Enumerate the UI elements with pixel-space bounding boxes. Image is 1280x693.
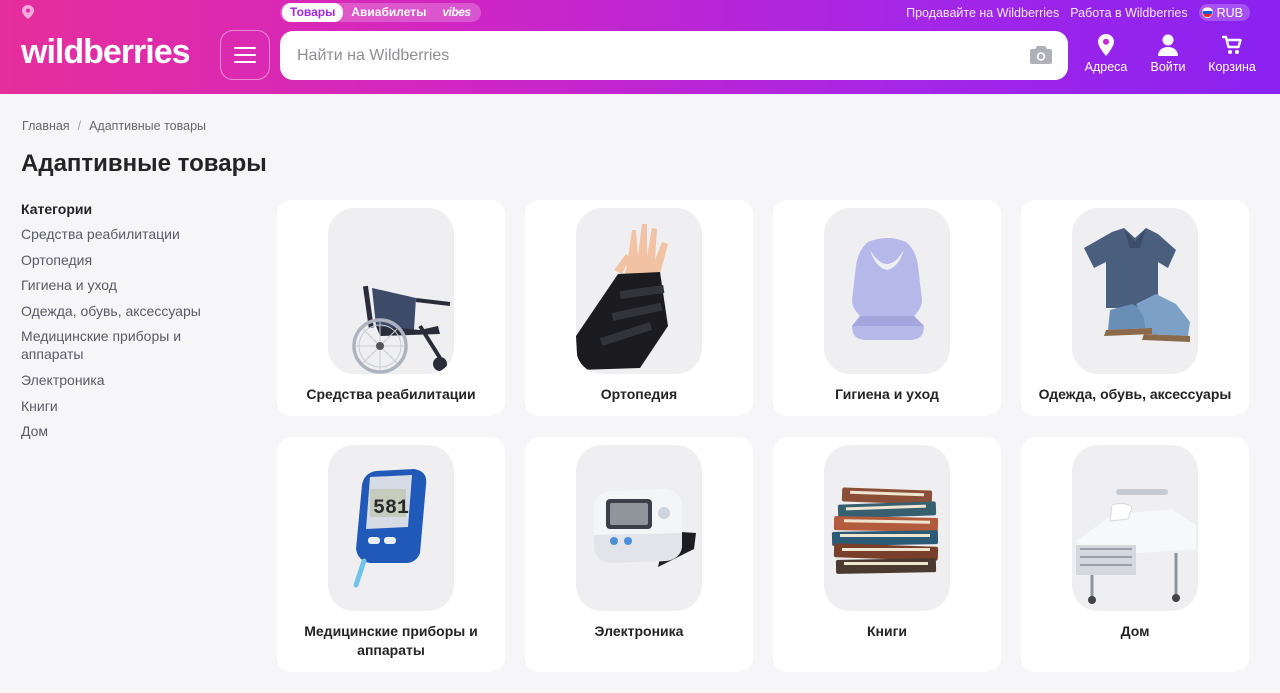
location-pin-icon xyxy=(1098,34,1114,56)
category-card-hygiene[interactable]: Гигиена и уход xyxy=(773,200,1001,416)
site-header: Товары Авиабилеты vibes Продавайте на Wi… xyxy=(0,0,1280,94)
sidebar-item-hygiene[interactable]: Гигиена и уход xyxy=(21,276,221,294)
breadcrumb-current: Адаптивные товары xyxy=(89,119,206,133)
breadcrumb: Главная / Адаптивные товары xyxy=(22,119,206,133)
cart-icon xyxy=(1222,35,1242,54)
cart-label: Корзина xyxy=(1208,60,1256,74)
sidebar-item-medical-devices[interactable]: Медицинские приборы и аппараты xyxy=(21,327,221,363)
blood-pressure-monitor-icon xyxy=(594,489,696,567)
cart-button[interactable]: Корзина xyxy=(1202,34,1262,74)
currency-selector[interactable]: RUB xyxy=(1198,4,1250,21)
location-pin-icon[interactable] xyxy=(22,5,34,19)
sell-link[interactable]: Продавайте на Wildberries xyxy=(906,6,1059,20)
russia-flag-icon xyxy=(1201,7,1213,18)
category-card-rehab[interactable]: Средства реабилитации xyxy=(277,200,505,416)
service-tabs: Товары Авиабилеты vibes xyxy=(280,3,481,22)
sidebar-item-home[interactable]: Дом xyxy=(21,422,221,440)
category-label: Ортопедия xyxy=(600,386,678,402)
category-label: Дом xyxy=(1120,623,1150,639)
category-image xyxy=(576,208,702,374)
top-links: Продавайте на Wildberries Работа в Wildb… xyxy=(906,4,1250,21)
addresses-label: Адреса xyxy=(1084,60,1128,74)
camera-icon[interactable] xyxy=(1030,45,1052,65)
currency-code: RUB xyxy=(1216,5,1243,20)
books-icon xyxy=(831,487,939,574)
tab-flights[interactable]: Авиабилеты xyxy=(343,3,434,22)
category-label: Гигиена и уход xyxy=(835,386,939,402)
category-card-electronics[interactable]: Электроника xyxy=(525,437,753,672)
sidebar-heading: Категории xyxy=(21,201,93,217)
glucometer-reading: 581 xyxy=(373,497,409,520)
category-card-medical-devices[interactable]: 581 Медицинские приборы и аппараты xyxy=(277,437,505,672)
category-image xyxy=(328,208,454,374)
tab-goods[interactable]: Товары xyxy=(282,3,344,22)
category-label: Одежда, обувь, аксессуары xyxy=(1038,386,1232,402)
category-image xyxy=(824,445,950,611)
category-image xyxy=(1072,208,1198,374)
tab-vibes[interactable]: vibes xyxy=(434,3,478,22)
sidebar-item-books[interactable]: Книги xyxy=(21,397,221,415)
category-card-books[interactable]: Книги xyxy=(773,437,1001,672)
sidebar-item-orthopedics[interactable]: Ортопедия xyxy=(21,251,221,269)
category-card-clothing[interactable]: Одежда, обувь, аксессуары xyxy=(1021,200,1249,416)
sidebar-item-electronics[interactable]: Электроника xyxy=(21,371,221,389)
search-bar xyxy=(280,31,1068,80)
wrist-brace-icon xyxy=(576,224,668,370)
jobs-link[interactable]: Работа в Wildberries xyxy=(1070,6,1187,20)
shirt-shoes-icon xyxy=(1084,228,1190,342)
breadcrumb-separator: / xyxy=(77,119,82,133)
login-label: Войти xyxy=(1150,60,1186,74)
header-nav: Адреса Войти Корзина xyxy=(1082,34,1262,74)
bib-icon xyxy=(852,238,924,340)
sidebar-item-rehab[interactable]: Средства реабилитации xyxy=(21,225,221,243)
category-sidebar: Категории Средства реабилитации Ортопеди… xyxy=(21,201,241,448)
menu-icon-line xyxy=(234,61,256,63)
glucometer-icon: 581 xyxy=(353,469,427,588)
category-image xyxy=(576,445,702,611)
menu-icon-line xyxy=(234,47,256,49)
category-label: Книги xyxy=(866,623,908,639)
category-image: 581 xyxy=(328,445,454,611)
category-label: Электроника xyxy=(594,623,684,639)
category-image xyxy=(1072,445,1198,611)
sidebar-item-clothing[interactable]: Одежда, обувь, аксессуары xyxy=(21,302,221,320)
breadcrumb-home[interactable]: Главная xyxy=(22,119,70,133)
hospital-bed-icon xyxy=(1076,489,1196,604)
category-card-orthopedics[interactable]: Ортопедия xyxy=(525,200,753,416)
category-label: Средства реабилитации xyxy=(306,386,476,402)
login-button[interactable]: Войти xyxy=(1136,34,1200,74)
addresses-button[interactable]: Адреса xyxy=(1082,34,1130,74)
user-icon xyxy=(1158,34,1178,56)
category-card-home[interactable]: Дом xyxy=(1021,437,1249,672)
category-image xyxy=(824,208,950,374)
category-label: Медицинские приборы и аппараты xyxy=(304,623,478,658)
wheelchair-icon xyxy=(352,285,451,374)
menu-button[interactable] xyxy=(220,30,270,80)
logo[interactable]: wildberries xyxy=(21,30,191,74)
search-input[interactable] xyxy=(280,31,980,80)
menu-icon-line xyxy=(234,54,256,56)
page-title: Адаптивные товары xyxy=(21,150,267,177)
